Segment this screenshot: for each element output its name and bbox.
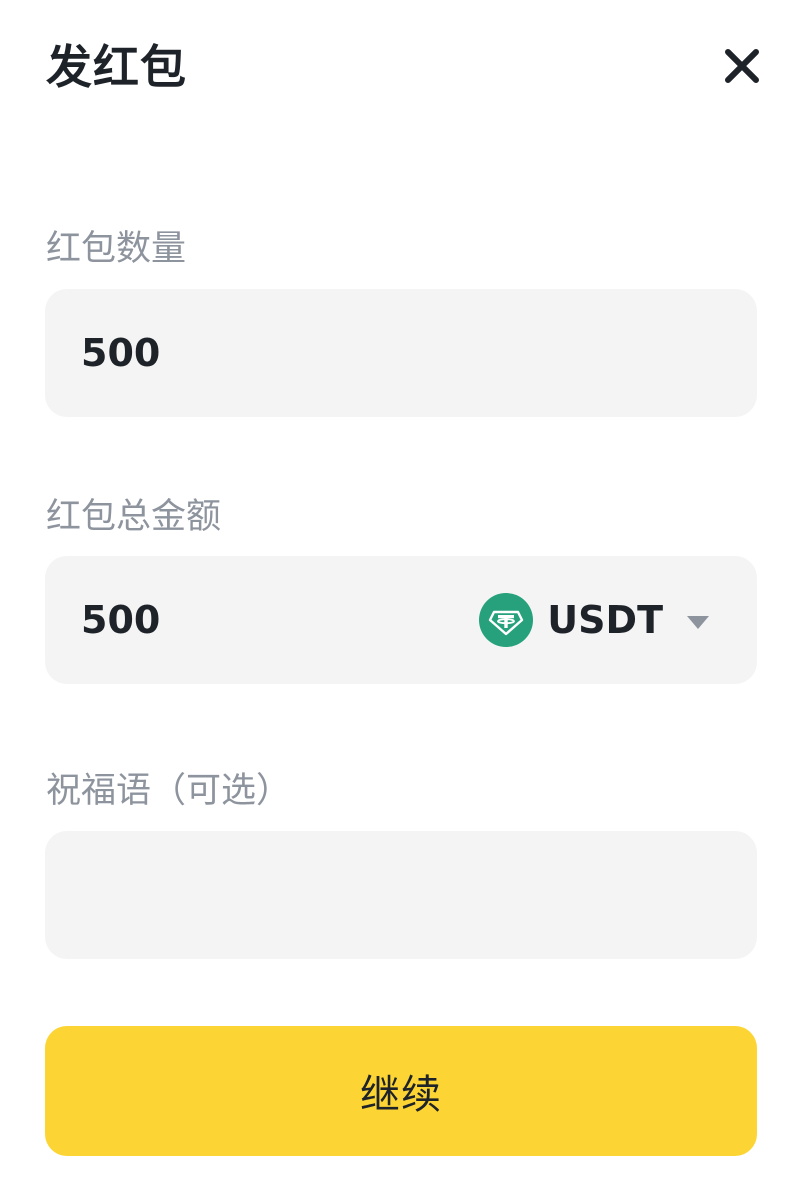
caret-down-icon [687,615,709,629]
packet-count-label: 红包数量 [46,229,187,269]
continue-button-label: 继续 [360,1072,442,1118]
total-amount-label: 红包总金额 [46,497,222,537]
page-title: 发红包 [46,40,187,94]
continue-button[interactable]: 继续 [45,1026,757,1156]
header: 发红包 [46,32,766,112]
total-amount-field[interactable]: 500 USDT [45,556,757,684]
greeting-field[interactable] [45,831,757,959]
close-button[interactable] [718,44,766,92]
close-icon [722,46,762,90]
packet-count-value: 500 [81,331,161,375]
greeting-label: 祝福语（可选） [46,771,292,811]
currency-symbol: USDT [547,598,663,642]
total-amount-value: 500 [81,598,161,642]
packet-count-field[interactable]: 500 [45,289,757,417]
currency-selector[interactable]: USDT [479,593,709,647]
tether-icon [479,593,534,647]
